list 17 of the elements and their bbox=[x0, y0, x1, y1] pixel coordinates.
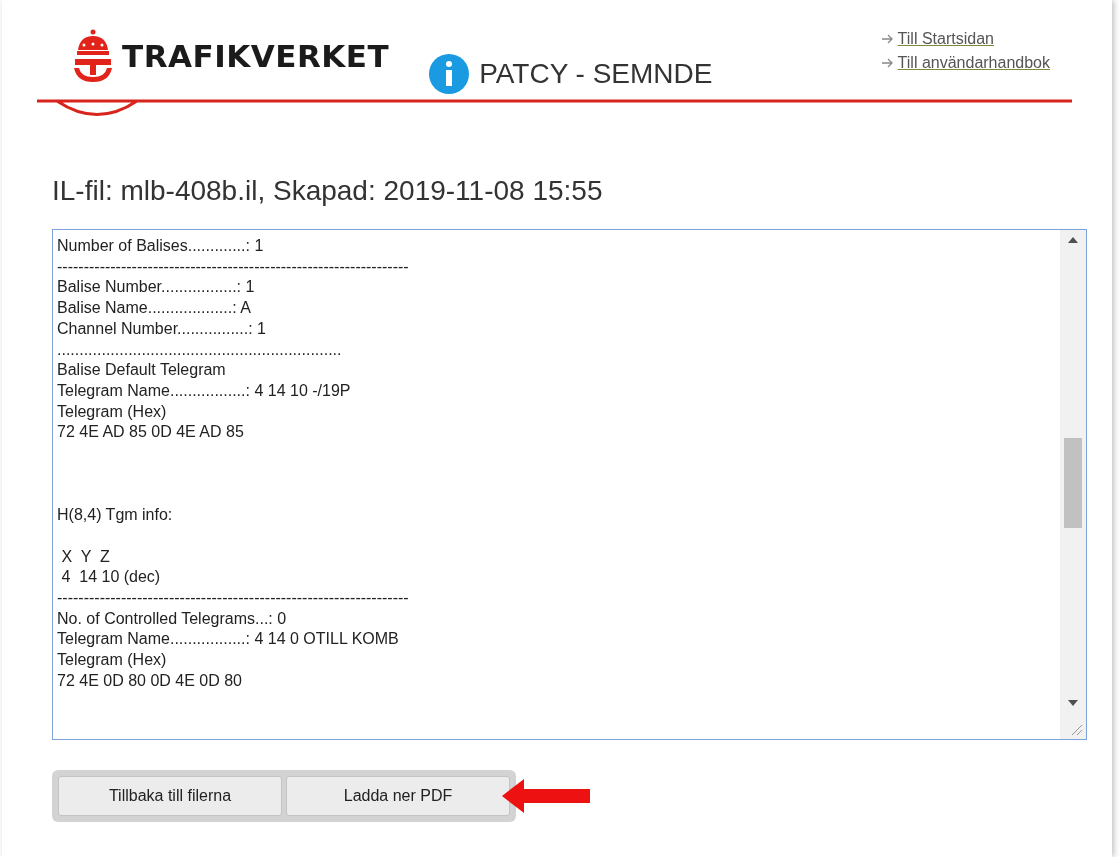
nav-link[interactable]: Till Startsidan bbox=[897, 30, 994, 48]
info-icon bbox=[429, 54, 470, 94]
scroll-down-icon[interactable] bbox=[1068, 700, 1078, 706]
app-title: PATCY - SEMNDE bbox=[479, 58, 713, 90]
arrow-icon bbox=[881, 58, 894, 68]
brand-name: TRAFIKVERKET bbox=[122, 38, 390, 74]
scroll-up-icon[interactable] bbox=[1068, 237, 1078, 243]
arrow-icon bbox=[881, 34, 894, 44]
nav-link[interactable]: Till användarhandbok bbox=[897, 54, 1050, 72]
scroll-thumb[interactable] bbox=[1064, 438, 1082, 528]
scrollbar[interactable] bbox=[1060, 230, 1086, 739]
action-button[interactable]: Ladda ner PDF bbox=[286, 776, 510, 816]
page-title: IL-fil: mlb-408b.il, Skapad: 2019-11-08 15:55 bbox=[52, 175, 604, 207]
file-content: Number of Balises.............: 1 ------------------------------------------------------------------ Balise Number.................: 1 Balise Name...................: A Channel Number................: 1 ................................................................ Balise Default Telegram Telegram Name.................: 4 14 10 -/19P Telegram (Hex) 72 4E AD 85 0D 4E AD 85 H(8,4) Tgm info: X Y Z 4 14 10 (dec) ------------------------------------------------------------------ No. of Controlled Telegrams...: 0 Telegram Name.................: 4 14 0 OTILL KOMB Telegram (Hex) 72 4E 0D 80 0D 4E 0D 80 bbox=[56, 236, 410, 691]
pointer-arrow-icon bbox=[502, 779, 592, 813]
action-button[interactable]: Tillbaka till filerna bbox=[58, 776, 282, 816]
resize-grip-icon[interactable] bbox=[1071, 724, 1083, 736]
